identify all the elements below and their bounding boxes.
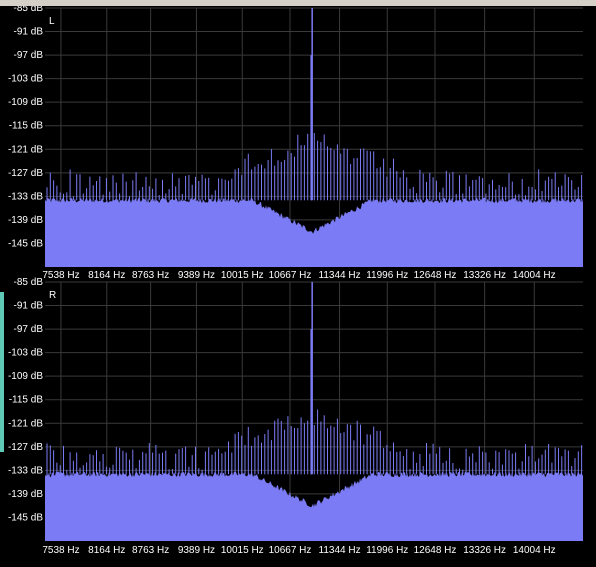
x-tick-label: 10667 Hz	[269, 545, 312, 556]
x-tick-label: 14004 Hz	[513, 270, 556, 281]
y-tick-label: -127 dB	[8, 442, 43, 453]
y-tick-label: -85 dB	[14, 277, 44, 288]
y-tick-label: -97 dB	[14, 50, 44, 61]
x-tick-label: 10015 Hz	[221, 545, 264, 556]
x-tick-label: 9389 Hz	[178, 545, 215, 556]
x-tick-label: 14004 Hz	[513, 545, 556, 556]
y-tick-label: -91 dB	[14, 301, 44, 312]
y-tick-label: -139 dB	[8, 215, 43, 226]
x-tick-label: 11344 Hz	[319, 270, 361, 281]
y-tick-label: -115 dB	[9, 395, 44, 406]
x-tick-label: 7538 Hz	[42, 270, 79, 281]
y-tick-label: -115 dB	[9, 121, 44, 132]
spectrum-channel-L: -85 dB -91 dB -97 dB -103 dB -109 dB -115 dB -…	[8, 6, 583, 281]
y-tick-label: -91 dB	[14, 27, 44, 38]
y-tick-label: -121 dB	[8, 144, 43, 155]
x-tick-label: 13326 Hz	[463, 270, 506, 281]
spectrum-channel-R: -85 dB -91 dB -97 dB -103 dB -109 dB -115 dB -…	[8, 277, 583, 556]
y-tick-label: -133 dB	[8, 191, 43, 202]
y-tick-label: -133 dB	[8, 465, 43, 476]
y-tick-label: -109 dB	[8, 97, 43, 108]
y-tick-label: -109 dB	[8, 371, 43, 382]
y-tick-label: -121 dB	[8, 418, 43, 429]
x-tick-label: 7538 Hz	[42, 545, 79, 556]
x-tick-label: 12648 Hz	[414, 545, 457, 556]
x-tick-label: 8164 Hz	[88, 545, 125, 556]
x-tick-label: 11996 Hz	[366, 545, 408, 556]
channel-label: R	[49, 290, 56, 301]
y-tick-label: -85 dB	[14, 6, 44, 14]
y-tick-label: -97 dB	[14, 324, 44, 335]
x-tick-label: 11344 Hz	[319, 545, 361, 556]
y-tick-label: -145 dB	[8, 238, 43, 249]
x-tick-label: 12648 Hz	[414, 270, 457, 281]
y-tick-label: -139 dB	[8, 489, 43, 500]
x-tick-label: 8763 Hz	[132, 270, 169, 281]
y-tick-label: -145 dB	[8, 512, 43, 523]
x-tick-label: 13326 Hz	[463, 545, 506, 556]
spectrum-panel: -85 dB -91 dB -97 dB -103 dB -109 dB -115 dB -…	[0, 6, 596, 567]
x-tick-label: 10015 Hz	[221, 270, 264, 281]
x-tick-label: 8164 Hz	[88, 270, 125, 281]
noise-floor-fill	[45, 471, 583, 541]
x-tick-label: 11996 Hz	[366, 270, 408, 281]
noise-floor-fill	[45, 197, 583, 267]
y-tick-label: -103 dB	[8, 348, 43, 359]
y-tick-label: -127 dB	[8, 168, 43, 179]
x-tick-label: 9389 Hz	[178, 270, 215, 281]
x-tick-label: 8763 Hz	[132, 545, 169, 556]
left-edge-accent	[0, 292, 4, 452]
y-tick-label: -103 dB	[8, 74, 43, 85]
x-tick-label: 10667 Hz	[269, 270, 312, 281]
channel-label: L	[49, 16, 55, 27]
spectrum-chart: -85 dB -91 dB -97 dB -103 dB -109 dB -115 dB -…	[8, 6, 583, 556]
